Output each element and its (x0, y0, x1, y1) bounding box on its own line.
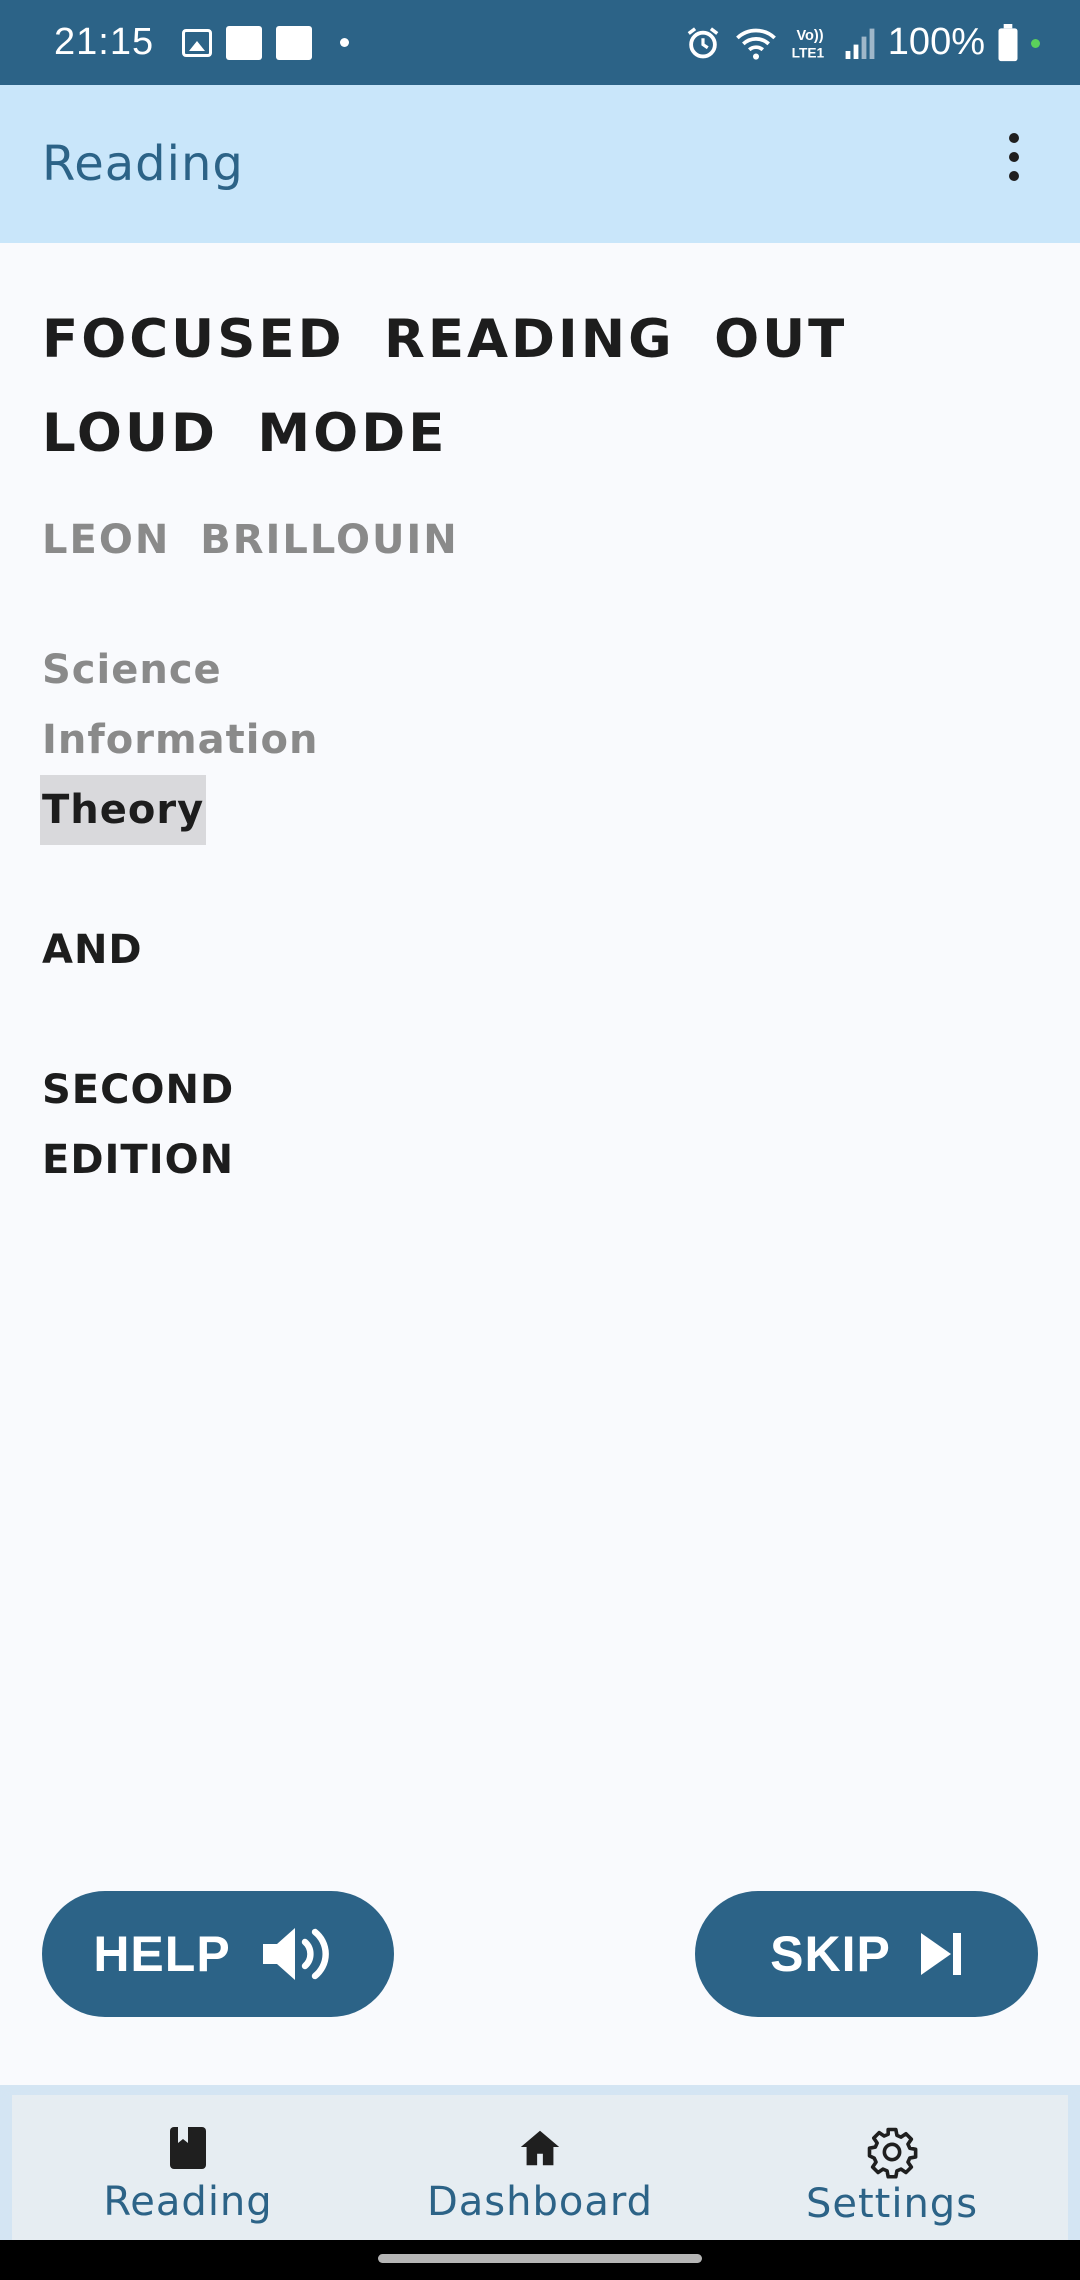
reading-content: FOCUSED READING OUT LOUD MODE LEON BRILL… (40, 243, 1038, 1195)
word-unread: EDITION (42, 1137, 235, 1183)
book-author: LEON BRILLOUIN (42, 517, 459, 563)
word-list: Science Information Theory AND SECOND ED… (40, 635, 1038, 1195)
signal-icon (845, 28, 875, 59)
menu-dot (1009, 152, 1019, 162)
nav-label-settings: Settings (805, 2181, 979, 2227)
nav-item-settings[interactable]: Settings (716, 2095, 1068, 2240)
help-button-label: HELP (93, 1926, 231, 1982)
word-unread: AND (42, 927, 143, 973)
page-title: Reading (42, 136, 244, 192)
more-vert-icon[interactable] (984, 117, 1044, 197)
word-read: Science (42, 647, 222, 693)
alarm-icon (687, 26, 719, 58)
bottom-navigation-bar: Reading Dashboard Settings (12, 2095, 1068, 2240)
menu-dot (1009, 133, 1019, 143)
home-icon (520, 2130, 560, 2166)
volte-icon: Vo)) LTE1 (791, 27, 824, 60)
nav-item-reading[interactable]: Reading (12, 2095, 364, 2240)
status-bar: 21:15 Vo)) LTE1 100% (0, 0, 1080, 85)
menu-dot (1009, 171, 1019, 181)
dot-icon (340, 38, 350, 47)
app-bar: Reading (0, 85, 1080, 243)
battery-icon (998, 23, 1018, 61)
gallery-icon (182, 28, 213, 57)
nav-label-dashboard: Dashboard (426, 2179, 653, 2225)
gear-icon (867, 2127, 918, 2179)
battery-percent: 100% (887, 21, 985, 63)
notification-square-icon (276, 25, 313, 60)
book-title: FOCUSED READING OUT LOUD MODE (42, 309, 848, 464)
skip-button-label: SKIP (770, 1926, 891, 1982)
nav-item-dashboard[interactable]: Dashboard (364, 2095, 716, 2240)
status-bar-left: 21:15 (54, 21, 350, 64)
help-button[interactable]: HELP (42, 1891, 394, 2017)
volume-up-icon (262, 1928, 329, 1980)
nav-label-reading: Reading (103, 2179, 273, 2225)
status-bar-right: Vo)) LTE1 100% (684, 21, 1040, 64)
bottom-navigation: Reading Dashboard Settings (0, 2085, 1080, 2240)
word-read: Information (42, 717, 319, 763)
svg-text:LTE1: LTE1 (791, 45, 824, 60)
book-icon (170, 2127, 206, 2169)
skip-next-icon (920, 1933, 961, 1975)
status-time: 21:15 (54, 21, 155, 63)
notification-square-icon (226, 25, 263, 60)
word-current-highlighted: Theory (40, 775, 207, 845)
privacy-dot-icon (1031, 39, 1040, 48)
word-unread: SECOND (42, 1067, 235, 1113)
svg-text:Vo)): Vo)) (796, 27, 823, 43)
skip-button[interactable]: SKIP (695, 1891, 1038, 2017)
wifi-icon (735, 28, 776, 60)
home-indicator[interactable] (378, 2254, 702, 2263)
